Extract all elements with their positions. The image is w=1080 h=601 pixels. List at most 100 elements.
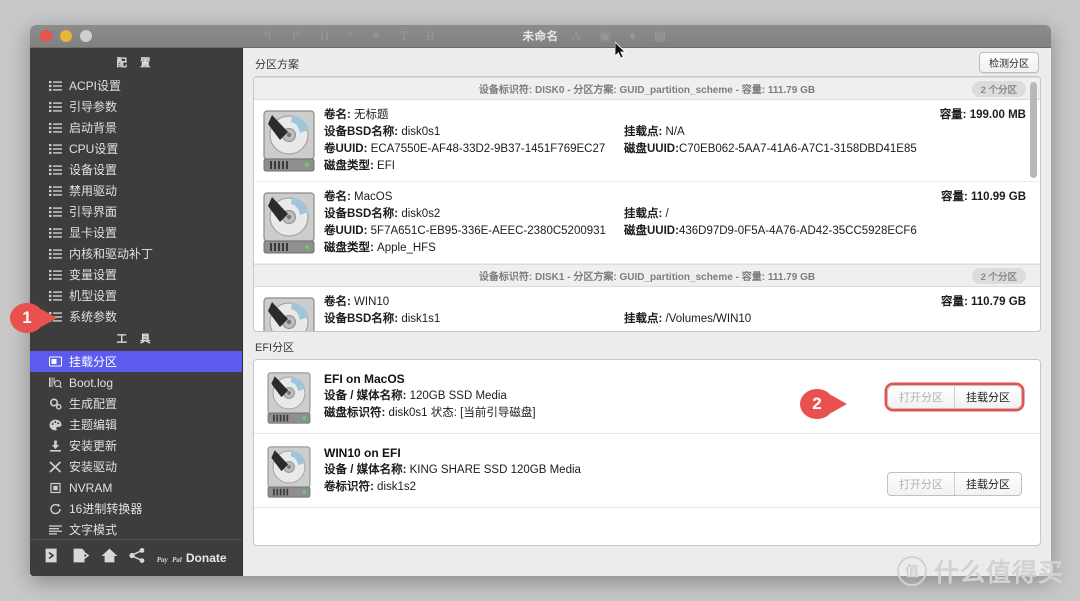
import-button[interactable] [45, 548, 62, 568]
hdd-icon [254, 189, 324, 257]
efi-device-key: 设备 / 媒体名称: [324, 390, 407, 402]
partition-list-scrollbar[interactable] [1030, 81, 1037, 327]
bsd-name-value: disk1s1 [401, 313, 441, 325]
sidebar-item-mount-efi[interactable]: 挂载分区 [30, 351, 242, 372]
sidebar-item-nvram[interactable]: NVRAM [30, 477, 242, 498]
sidebar-item-theme-editor[interactable]: 主题编辑 [30, 414, 242, 435]
efi-device-key: 设备 / 媒体名称: [324, 464, 407, 476]
mount-partition-button[interactable]: 挂载分区 [955, 473, 1021, 495]
window-titlebar[interactable]: ↰ ↱ H “ ⚭ T B — A ▣ ♦ ▦ 未命名 [30, 25, 1051, 48]
sidebar-scroll-area[interactable]: 配 置 ACPI设置 引导参数 启动背景 CPU设置 设备设置 禁用驱动 引导界… [30, 48, 242, 539]
detect-partitions-button[interactable]: 检测分区 [979, 52, 1039, 73]
sidebar-item-label: 文字模式 [69, 522, 118, 537]
maximize-window-button[interactable] [80, 30, 92, 42]
sidebar-item-disable-drivers[interactable]: 禁用驱动 [30, 180, 242, 201]
open-partition-button[interactable]: 打开分区 [888, 473, 954, 495]
mount-point-value: /Volumes/WIN10 [665, 313, 752, 325]
bold-icon: B [425, 28, 435, 43]
minimize-window-button[interactable] [60, 30, 72, 42]
home-button[interactable] [101, 548, 118, 568]
disk-uuid-key: 磁盘UUID: [624, 143, 679, 155]
volume-name-value: 无标题 [354, 109, 389, 121]
mount-point-value: N/A [665, 126, 685, 138]
open-partition-button[interactable]: 打开分区 [888, 386, 954, 408]
link-icon: ⚭ [370, 28, 382, 43]
sidebar-item-label: 禁用驱动 [69, 183, 118, 198]
sidebar-item-boot-background[interactable]: 启动背景 [30, 117, 242, 138]
sidebar-item-kernel-patch[interactable]: 内核和驱动补丁 [30, 243, 242, 264]
efi-row[interactable]: EFI on MacOS 设备 / 媒体名称: 120GB SSD Media … [254, 360, 1040, 434]
bsd-name-value: disk0s2 [401, 208, 441, 220]
paypal-icon: Pay Pal [157, 549, 182, 567]
heading-icon: H [319, 28, 330, 43]
refresh-icon [48, 502, 62, 515]
sidebar-item-install-drivers[interactable]: 安装驱动 [30, 456, 242, 477]
sidebar-item-label: 引导界面 [69, 204, 118, 219]
disk-type-key: 磁盘类型: [324, 242, 374, 254]
sidebar-item-label: ACPI设置 [69, 78, 122, 93]
sidebar-item-label: 引导参数 [69, 99, 118, 114]
sidebar-item-boot-log[interactable]: Boot.log [30, 372, 242, 393]
hdd-icon [254, 107, 324, 175]
capacity-value: 110.79 GB [971, 296, 1026, 308]
donate-label: Donate [185, 551, 227, 565]
sidebar-item-gui[interactable]: 引导界面 [30, 201, 242, 222]
partition-fields: 卷名: 无标题 容量: 199.00 MB 设备BSD名称: disk0s1 挂… [324, 107, 1040, 175]
sidebar-item-text-mode[interactable]: 文字模式 [30, 519, 242, 539]
sidebar-item-hex-converter[interactable]: 16进制转换器 [30, 498, 242, 519]
efi-action-group: 打开分区 挂载分区 [887, 472, 1022, 496]
sidebar-item-label: 机型设置 [69, 288, 118, 303]
export-button[interactable] [73, 548, 90, 568]
sidebar-item-cpu[interactable]: CPU设置 [30, 138, 242, 159]
droplet-icon: ♦ [629, 28, 636, 43]
partition-row[interactable]: 卷名: WIN10 容量: 110.79 GB 设备BSD名称: disk1s1… [254, 287, 1040, 331]
hdd-icon [254, 369, 324, 424]
sidebar-item-label: Boot.log [69, 375, 114, 390]
efi-identifier-value: disk0s1 状态: [当前引导磁盘] [388, 407, 536, 419]
sidebar-item-smbios[interactable]: 机型设置 [30, 285, 242, 306]
list-icon [48, 226, 62, 239]
donate-button[interactable]: Pay Pal Donate [157, 549, 227, 567]
scrollbar-thumb[interactable] [1030, 82, 1037, 178]
list-icon [48, 247, 62, 260]
bsd-name-key: 设备BSD名称: [324, 313, 399, 325]
mount-disk-icon [48, 355, 62, 368]
sidebar-item-label: 生成配置 [69, 396, 118, 411]
bsd-name-value: disk0s1 [401, 126, 441, 138]
sidebar-item-boot-args[interactable]: 引导参数 [30, 96, 242, 117]
efi-identifier-key: 卷标识符: [324, 481, 374, 493]
list-icon [48, 121, 62, 134]
disk-type-value: Apple_HFS [377, 242, 436, 254]
export-icon [73, 548, 90, 568]
sidebar-item-label: 安装驱动 [69, 459, 118, 474]
partition-row[interactable]: 卷名: 无标题 容量: 199.00 MB 设备BSD名称: disk0s1 挂… [254, 100, 1040, 182]
download-icon [48, 439, 62, 452]
chip-icon [48, 481, 62, 494]
sidebar-item-generate-config[interactable]: 生成配置 [30, 393, 242, 414]
disk-uuid-value: 436D97D9-0F5A-4A76-AD42-35CC5928ECF6 [678, 225, 917, 237]
minus-icon: — [540, 28, 554, 43]
sidebar-item-label: 安装更新 [69, 438, 118, 453]
sidebar-item-devices[interactable]: 设备设置 [30, 159, 242, 180]
sidebar-item-install-update[interactable]: 安装更新 [30, 435, 242, 456]
disk-group-header: 设备标识符: DISK1 - 分区方案: GUID_partition_sche… [254, 264, 1040, 287]
close-window-button[interactable] [40, 30, 52, 42]
partition-row[interactable]: 卷名: MacOS 容量: 110.99 GB 设备BSD名称: disk0s2… [254, 182, 1040, 264]
sidebar-item-system-parameters[interactable]: 系统参数 [30, 306, 242, 327]
capacity-value: 110.99 GB [971, 191, 1026, 203]
sidebar-item-variables[interactable]: 变量设置 [30, 264, 242, 285]
table-icon: ▦ [653, 28, 667, 43]
efi-identifier-key: 磁盘标识符: [324, 407, 386, 419]
volume-uuid-key: 卷UUID: [324, 225, 368, 237]
sidebar-item-graphics[interactable]: 显卡设置 [30, 222, 242, 243]
font-color-icon: A [571, 28, 581, 43]
list-icon [48, 205, 62, 218]
sidebar-item-acpi[interactable]: ACPI设置 [30, 75, 242, 96]
efi-row[interactable]: WIN10 on EFI 设备 / 媒体名称: KING SHARE SSD 1… [254, 434, 1040, 508]
mount-partition-button[interactable]: 挂载分区 [955, 386, 1021, 408]
sidebar-item-label: 变量设置 [69, 267, 118, 282]
window-controls[interactable] [30, 30, 92, 42]
share-button[interactable] [129, 548, 146, 568]
sidebar-item-label: NVRAM [69, 480, 113, 495]
sidebar-item-label: 16进制转换器 [69, 501, 143, 516]
